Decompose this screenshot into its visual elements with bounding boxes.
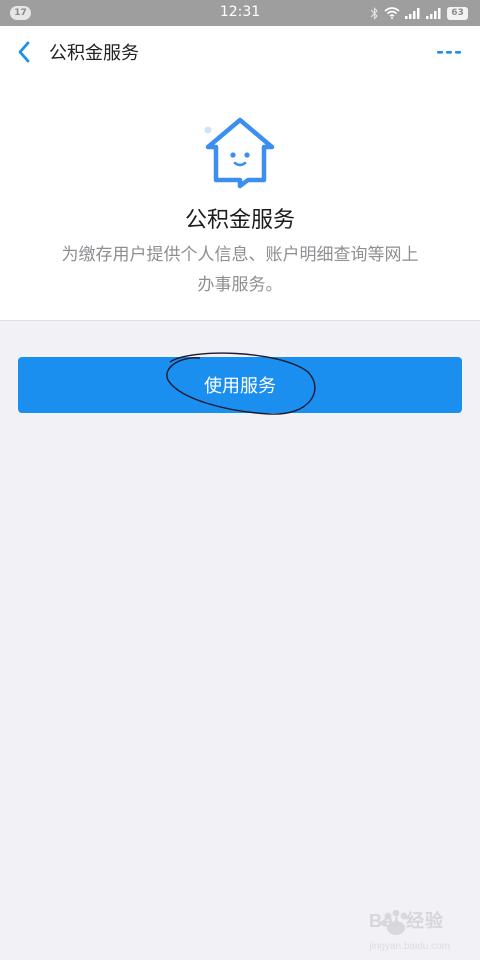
service-title: 公积金服务	[184, 208, 295, 233]
bluetooth-icon	[370, 6, 378, 20]
more-button[interactable]	[434, 44, 464, 60]
house-smile-icon	[200, 114, 280, 194]
service-intro-card: 公积金服务 为缴存用户提供个人信息、账户明细查询等网上办事服务。	[0, 78, 480, 321]
signal-icon	[405, 8, 420, 19]
page-title: 公积金服务	[49, 43, 139, 64]
status-bar: 17 12:31 63	[0, 0, 480, 26]
status-icons: 63	[370, 5, 468, 21]
use-service-button[interactable]: 使用服务	[18, 357, 462, 413]
more-dots-icon	[437, 51, 461, 54]
wifi-icon	[384, 7, 400, 19]
use-service-button-label: 使用服务	[204, 376, 276, 397]
service-description: 为缴存用户提供个人信息、账户明细查询等网上办事服务。	[61, 245, 419, 295]
back-button[interactable]	[12, 38, 38, 66]
chevron-left-icon	[18, 41, 30, 63]
app-header: 公积金服务	[0, 26, 480, 78]
watermark-url: jingyan.baidu.com	[369, 941, 450, 952]
signal-icon	[426, 8, 441, 19]
battery-icon: 63	[447, 6, 468, 20]
watermark-brand: Bai 经验	[368, 911, 444, 931]
